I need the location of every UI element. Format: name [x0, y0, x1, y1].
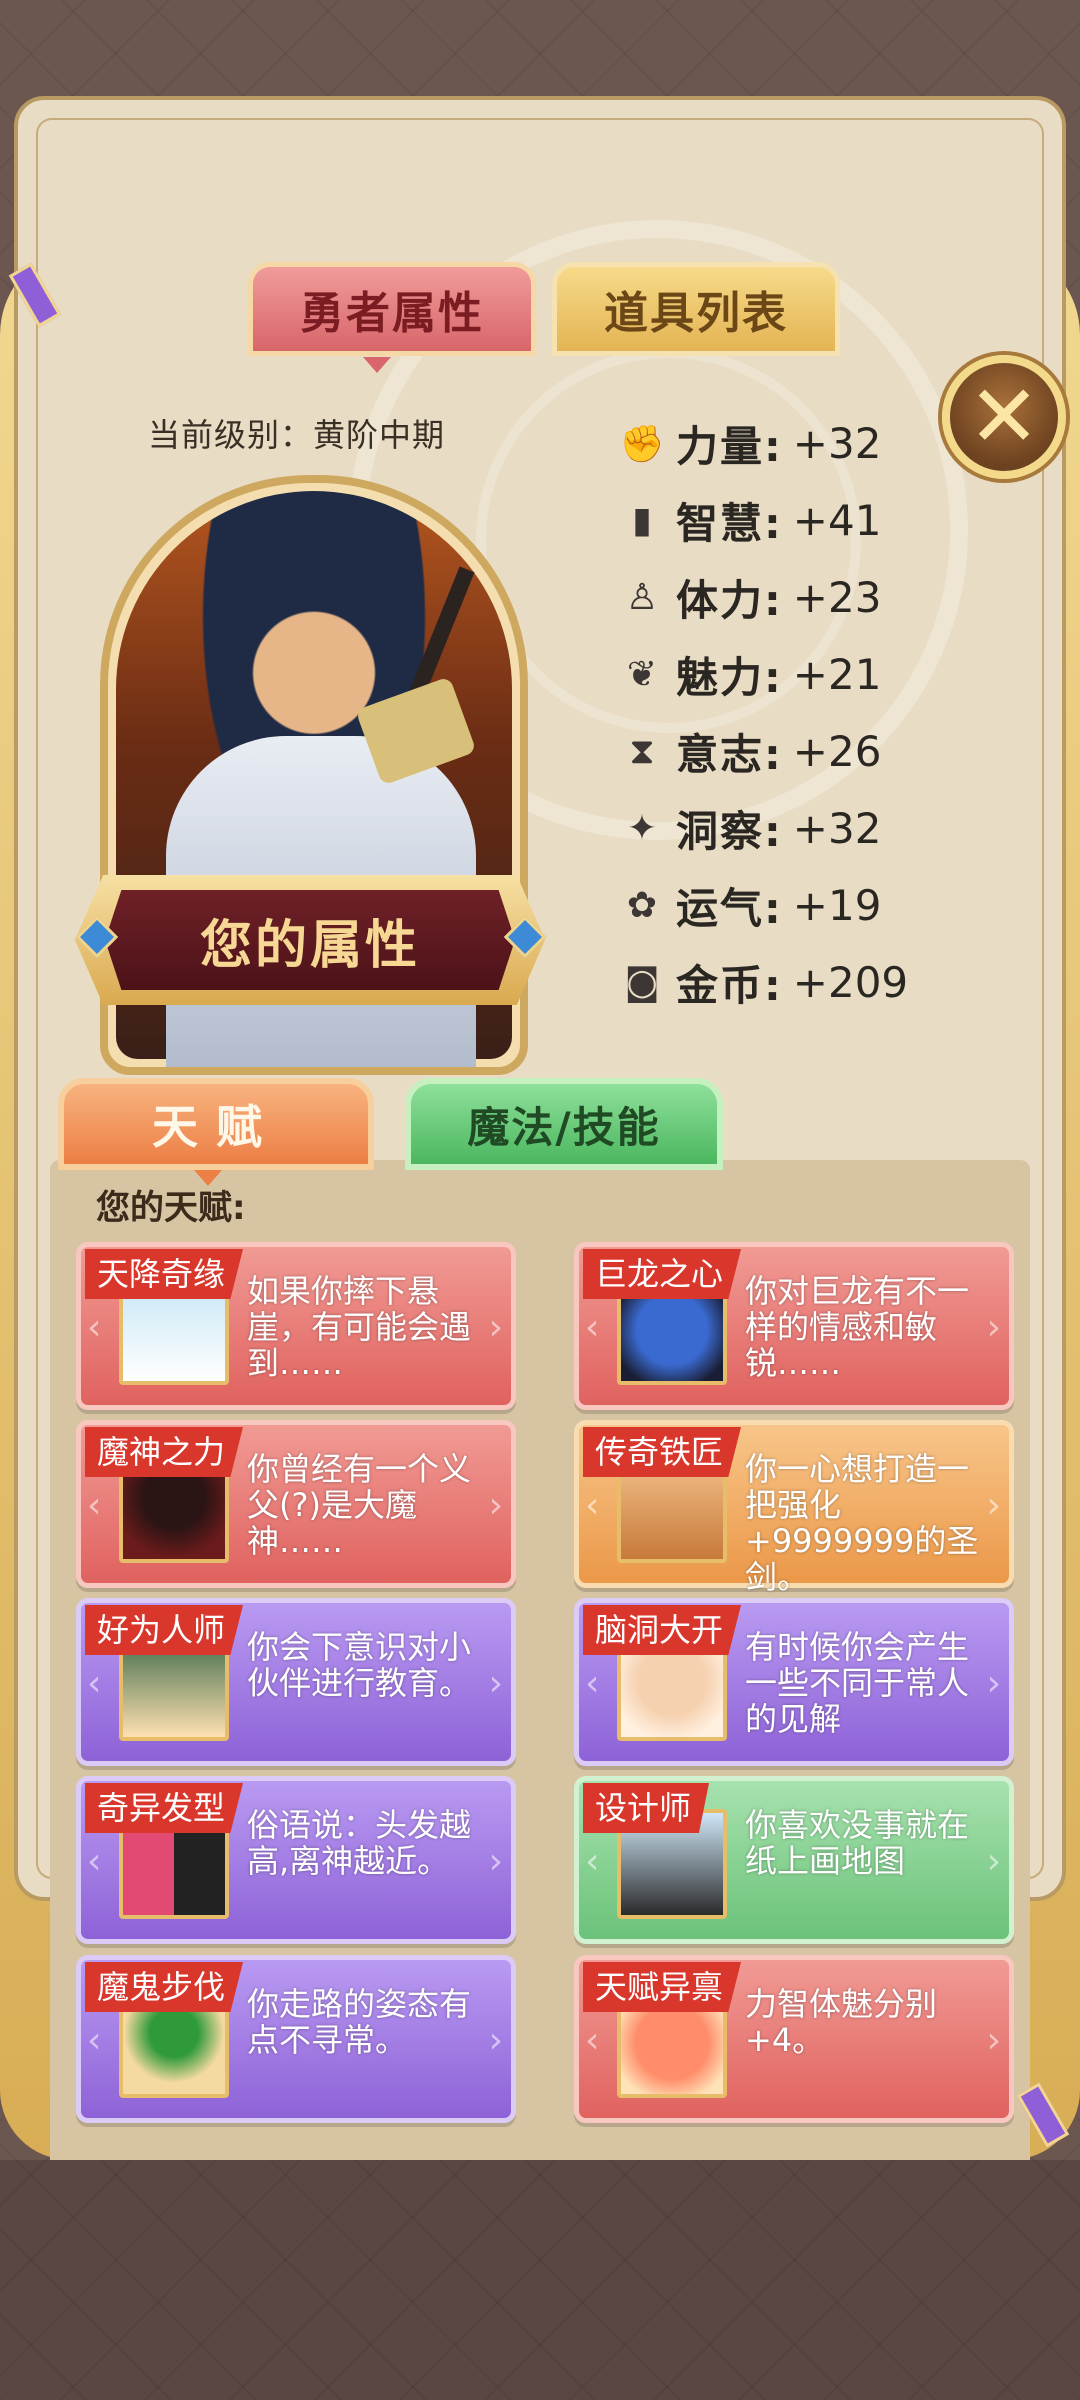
talent-name: 脑洞大开	[583, 1605, 742, 1655]
talent-name: 巨龙之心	[583, 1249, 742, 1299]
arrow-right-icon: ›	[488, 2020, 503, 2061]
talent-description: 你曾经有一个义父(?)是大魔神……	[247, 1450, 472, 1560]
book-icon: ▮	[632, 500, 652, 541]
talent-name: 传奇铁匠	[583, 1427, 742, 1477]
talent-name: 奇异发型	[85, 1783, 244, 1833]
tab-magic-skill[interactable]: 魔法/技能	[405, 1078, 723, 1170]
stat-will: ⧗ 意志: +26	[620, 713, 960, 790]
talent-name: 魔鬼步伐	[85, 1962, 244, 2012]
talent-card[interactable]: ‹ 传奇铁匠 你一心想打造一把强化+9999999的圣剑。 ›	[574, 1420, 1014, 1595]
arrow-right-icon: ›	[488, 1485, 503, 1526]
tab-talent[interactable]: 天赋	[58, 1078, 374, 1186]
arrow-right-icon: ›	[986, 2020, 1001, 2061]
arrow-left-icon: ‹	[87, 1841, 102, 1882]
talent-name: 天降奇缘	[85, 1249, 244, 1299]
talent-section-title: 您的天赋:	[96, 1188, 246, 1228]
eagle-icon: ✦	[626, 808, 658, 849]
close-button[interactable]: ✕	[942, 355, 1066, 479]
level-text: 当前级别：黄阶中期	[148, 416, 446, 454]
talent-card[interactable]: ‹ 奇异发型 俗语说：头发越高,离神越近。 ›	[76, 1776, 516, 1944]
arrow-left-icon: ‹	[87, 1663, 102, 1704]
arrow-left-icon: ‹	[585, 1841, 600, 1882]
stat-gold: ◙ 金币: +209	[620, 944, 960, 1021]
arrow-left-icon: ‹	[87, 2020, 102, 2061]
talent-card[interactable]: ‹ 好为人师 你会下意识对小伙伴进行教育。 ›	[76, 1598, 516, 1766]
attribute-plate-label: 您的属性	[105, 890, 515, 990]
talent-description: 如果你摔下悬崖，有可能会遇到……	[247, 1272, 472, 1382]
talent-name: 魔神之力	[85, 1427, 244, 1477]
arrow-right-icon: ›	[986, 1663, 1001, 1704]
stat-wisdom: ▮ 智慧: +41	[620, 482, 960, 559]
arrow-left-icon: ‹	[585, 1485, 600, 1526]
tab-hero-attributes[interactable]: 勇者属性	[248, 262, 536, 373]
charm-icon: ❦	[626, 654, 658, 695]
tab-item-list[interactable]: 道具列表	[552, 262, 840, 356]
talent-description: 你喜欢没事就在纸上画地图	[745, 1806, 970, 1880]
talent-card[interactable]: ‹ 天降奇缘 如果你摔下悬崖，有可能会遇到…… ›	[76, 1242, 516, 1410]
arrow-right-icon: ›	[986, 1307, 1001, 1348]
talent-name: 好为人师	[85, 1605, 244, 1655]
talent-description: 俗语说：头发越高,离神越近。	[247, 1806, 472, 1880]
talent-card[interactable]: ‹ 魔鬼步伐 你走路的姿态有点不寻常。 ›	[76, 1955, 516, 2123]
person-icon: ♙	[625, 577, 659, 618]
arrow-right-icon: ›	[986, 1841, 1001, 1882]
stat-charm: ❦ 魅力: +21	[620, 636, 960, 713]
arrow-left-icon: ‹	[585, 1307, 600, 1348]
talent-description: 你会下意识对小伙伴进行教育。	[247, 1628, 472, 1702]
stat-luck: ✿ 运气: +19	[620, 867, 960, 944]
talent-card[interactable]: ‹ 脑洞大开 有时候你会产生一些不同于常人的见解 ›	[574, 1598, 1014, 1766]
talent-description: 你对巨龙有不一样的情感和敏锐……	[745, 1272, 970, 1382]
arrow-left-icon: ‹	[87, 1307, 102, 1348]
talent-card[interactable]: ‹ 魔神之力 你曾经有一个义父(?)是大魔神…… ›	[76, 1420, 516, 1588]
talent-name: 天赋异禀	[583, 1962, 742, 2012]
arrow-right-icon: ›	[488, 1841, 503, 1882]
arrow-left-icon: ‹	[585, 1663, 600, 1704]
talent-card[interactable]: ‹ 设计师 你喜欢没事就在纸上画地图 ›	[574, 1776, 1014, 1944]
talent-description: 你走路的姿态有点不寻常。	[247, 1985, 472, 2059]
arrow-left-icon: ‹	[585, 2020, 600, 2061]
stats-list: ✊ 力量: +32 ▮ 智慧: +41 ♙ 体力: +23 ❦ 魅力: +21 …	[620, 405, 960, 1021]
talent-card[interactable]: ‹ 巨龙之心 你对巨龙有不一样的情感和敏锐…… ›	[574, 1242, 1014, 1410]
stat-stamina: ♙ 体力: +23	[620, 559, 960, 636]
arrow-right-icon: ›	[488, 1663, 503, 1704]
clover-icon: ✿	[626, 885, 658, 926]
arrow-right-icon: ›	[488, 1307, 503, 1348]
stat-strength: ✊ 力量: +32	[619, 419, 882, 471]
coin-icon: ◙	[624, 962, 660, 1003]
arm-icon: ✊	[619, 423, 665, 465]
talent-name: 设计师	[583, 1783, 710, 1833]
talent-description: 你一心想打造一把强化+9999999的圣剑。	[745, 1450, 979, 1596]
talent-card[interactable]: ‹ 天赋异禀 力智体魅分别+4。 ›	[574, 1955, 1014, 2123]
hourglass-icon: ⧗	[629, 730, 655, 772]
arrow-left-icon: ‹	[87, 1485, 102, 1526]
arrow-right-icon: ›	[986, 1485, 1001, 1526]
talent-description: 有时候你会产生一些不同于常人的见解	[745, 1628, 970, 1738]
close-icon: ✕	[967, 367, 1041, 467]
talent-description: 力智体魅分别+4。	[745, 1985, 938, 2059]
background-bottom	[0, 2160, 1080, 2400]
stat-insight: ✦ 洞察: +32	[620, 790, 960, 867]
